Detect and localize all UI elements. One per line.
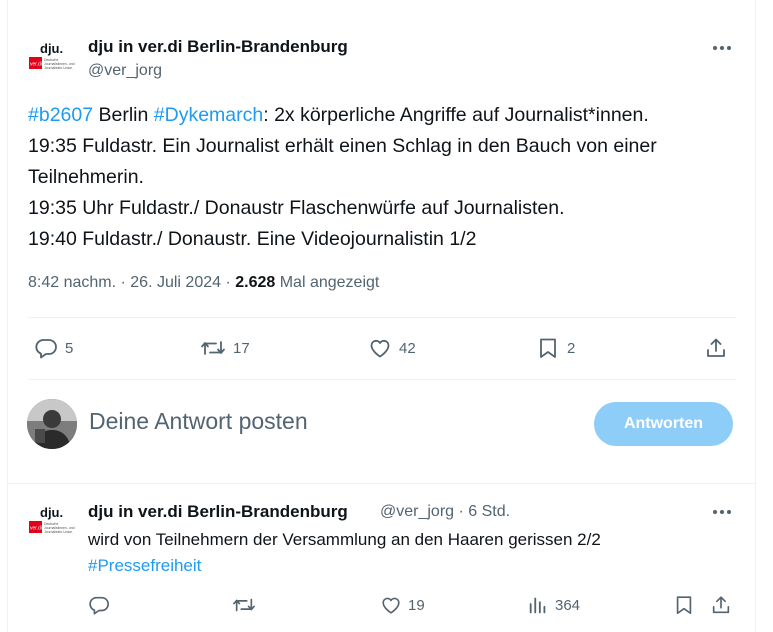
like-icon xyxy=(370,339,390,358)
views-label: Mal angezeigt xyxy=(275,274,380,291)
views-icon xyxy=(529,597,546,614)
repost-count: 17 xyxy=(233,339,250,357)
views-count: 2.628 xyxy=(235,274,276,291)
reply-icon xyxy=(35,339,57,359)
tweet-line: 19:35 Uhr Fuldastr./ Donaustr Flaschenwü… xyxy=(28,197,565,219)
more-icon[interactable] xyxy=(710,502,734,522)
divider xyxy=(7,483,756,484)
svg-text:ver.di: ver.di xyxy=(30,526,42,532)
tweet-line: 19:35 Fuldastr. Ein Journalist erhält ei… xyxy=(28,135,657,157)
author-avatar[interactable]: dju. ver.di Deutsche Journalistinnen- un… xyxy=(27,36,75,84)
svg-text:dju.: dju. xyxy=(40,505,63,520)
tweet-date[interactable]: 26. Juli 2024 xyxy=(130,274,221,291)
reply-handle-time[interactable]: @ver_jorg · 6 Std. xyxy=(380,503,510,521)
share-icon xyxy=(712,596,730,614)
dju-logo: dju. ver.di Deutsche Journalistinnen- un… xyxy=(27,36,75,84)
reply-tweet-text: wird von Teilnehmern der Versammlung an … xyxy=(88,527,601,579)
column-border-right xyxy=(755,0,756,632)
svg-text:Journalisten-Union: Journalisten-Union xyxy=(44,66,72,70)
user-avatar-photo xyxy=(27,399,77,449)
repost-icon xyxy=(233,598,255,612)
reply-button[interactable] xyxy=(88,594,110,616)
tweet-time[interactable]: 8:42 nachm. xyxy=(28,274,116,291)
tweet-line: 19:40 Fuldastr./ Donaustr. Eine Videojou… xyxy=(28,228,477,250)
author-handle[interactable]: @ver_jorg xyxy=(88,62,162,80)
author-name[interactable]: dju in ver.di Berlin-Brandenburg xyxy=(88,37,348,57)
like-button[interactable]: 19 xyxy=(380,594,425,616)
tweet-thread: dju. ver.di Deutsche Journalistinnen- un… xyxy=(0,0,773,632)
svg-text:Journalisten-Union: Journalisten-Union xyxy=(44,530,72,534)
like-icon xyxy=(382,597,400,614)
divider xyxy=(28,379,736,380)
like-count: 19 xyxy=(408,596,425,614)
bookmark-count: 2 xyxy=(567,339,576,357)
bookmark-icon xyxy=(676,596,692,615)
tweet-meta: 8:42 nachm. · 26. Juli 2024 · 2.628 Mal … xyxy=(28,274,380,291)
hashtag-link[interactable]: #Dykemarch xyxy=(154,104,263,126)
reply-icon xyxy=(89,596,109,615)
bookmark-button[interactable]: 2 xyxy=(536,336,575,360)
repost-button[interactable]: 17 xyxy=(200,336,250,360)
views-count: 364 xyxy=(555,596,581,614)
reply-count: 5 xyxy=(65,339,74,357)
reply-author-avatar[interactable]: dju. ver.di Deutsche Journalistinnen- un… xyxy=(27,500,75,548)
hashtag-link[interactable]: #b2607 xyxy=(28,104,93,126)
reply-author-name[interactable]: dju in ver.di Berlin-Brandenburg xyxy=(88,502,348,522)
like-count: 42 xyxy=(399,339,416,357)
views-button[interactable]: 364 xyxy=(527,594,580,616)
repost-button[interactable] xyxy=(232,594,256,616)
reply-button[interactable]: 5 xyxy=(34,336,73,360)
hashtag-link[interactable]: #Pressefreiheit xyxy=(88,553,601,579)
tweet-line: Teilnehmerin. xyxy=(28,166,144,188)
share-icon xyxy=(707,338,725,357)
bookmark-icon xyxy=(540,338,556,358)
like-button[interactable]: 42 xyxy=(368,336,416,360)
divider xyxy=(28,317,736,318)
svg-text:ver.di: ver.di xyxy=(30,62,42,68)
more-icon[interactable] xyxy=(710,38,734,58)
dju-logo: dju. ver.di Deutsche Journalistinnen- un… xyxy=(27,500,75,548)
reply-input[interactable]: Deine Antwort posten xyxy=(89,408,308,435)
user-avatar[interactable] xyxy=(27,399,77,449)
tweet-text: #b2607 Berlin #Dykemarch: 2x körperliche… xyxy=(28,100,748,255)
share-button[interactable] xyxy=(710,594,732,616)
bookmark-button[interactable] xyxy=(673,594,695,616)
share-button[interactable] xyxy=(704,336,728,360)
repost-icon xyxy=(201,341,225,355)
reply-submit-button[interactable]: Antworten xyxy=(594,402,733,446)
svg-text:dju.: dju. xyxy=(40,41,63,56)
column-border-left xyxy=(7,0,8,632)
tweet-line: #b2607 Berlin #Dykemarch: 2x körperliche… xyxy=(28,104,649,126)
